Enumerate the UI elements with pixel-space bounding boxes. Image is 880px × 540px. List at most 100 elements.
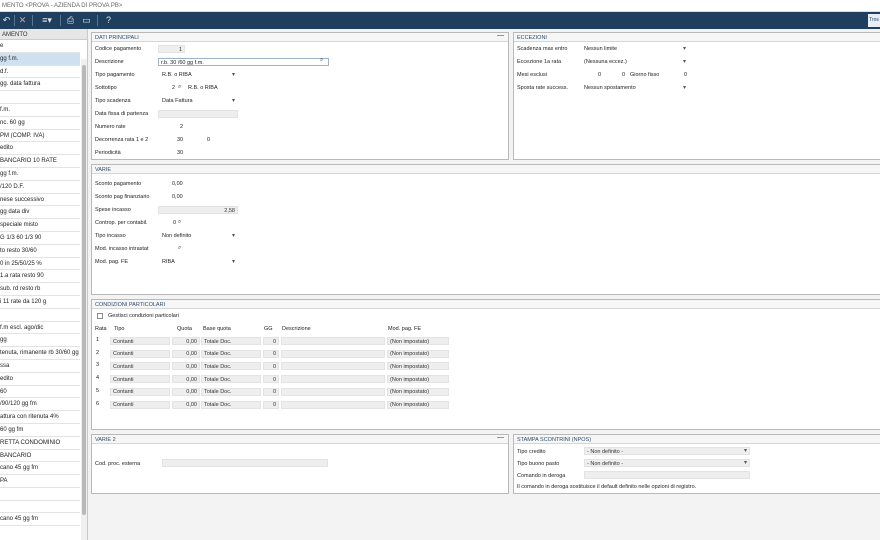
sidebar-item[interactable]: 60 gg fm [0, 424, 80, 437]
sidebar-item[interactable]: nese successivo [0, 194, 80, 207]
sidebar-item[interactable] [0, 488, 80, 501]
comando-field[interactable] [584, 471, 750, 479]
row-gg-field[interactable]: 0 [263, 337, 279, 345]
sidebar-item[interactable]: to resto 30/60 [0, 245, 80, 258]
row-base-select[interactable]: Totale Doc. [201, 337, 261, 345]
row-tipo-select[interactable]: Contanti [110, 349, 170, 358]
sidebar-item[interactable]: cano 45 gg fm [0, 462, 80, 476]
row-gg-field[interactable]: 0 [263, 375, 279, 384]
sidebar-item[interactable]: sub. rd resto rb [0, 283, 80, 296]
sidebar-item[interactable]: PA [0, 475, 80, 488]
tipo-scadenza-select[interactable]: Data Fattura [162, 98, 193, 104]
monitor-icon[interactable]: ▭ [80, 14, 93, 27]
sidebar-item[interactable]: f.m escl. ago/dic [0, 322, 80, 335]
toolbar-right-button[interactable]: Tros [868, 14, 880, 27]
chevron-down-icon[interactable]: ▾ [232, 71, 235, 78]
row-quota-field[interactable]: 0,00 [172, 387, 200, 396]
row-mod-select[interactable]: (Non impostato) [387, 400, 449, 409]
row-tipo-select[interactable]: Contanti [110, 387, 170, 396]
sidebar-item[interactable]: /90/120 gg fm [0, 398, 80, 412]
sidebar-item[interactable]: 0 in 25/50/25 % [0, 258, 80, 271]
tipo-buono-select[interactable]: - Non definito - [584, 459, 750, 467]
sidebar-item[interactable]: ssa [0, 360, 80, 373]
menu-icon[interactable]: ≡▾ [37, 14, 57, 27]
mod-fe-select[interactable]: RIBA [162, 259, 175, 265]
row-base-select[interactable]: Totale Doc. [201, 349, 261, 358]
print-icon[interactable]: ⎙ [64, 14, 77, 27]
sidebar-item[interactable]: d.f. [0, 66, 80, 79]
tipo-credito-select[interactable]: - Non definito - [584, 447, 750, 455]
chevron-down-icon[interactable]: ▾ [232, 97, 235, 104]
row-mod-select[interactable]: (Non impostato) [387, 349, 449, 358]
sidebar-item[interactable]: edito [0, 142, 80, 156]
sidebar-item[interactable] [0, 501, 80, 514]
sidebar-item[interactable]: speciale misto [0, 219, 80, 232]
sidebar-item[interactable]: 1.a rata resto 90 [0, 270, 80, 284]
search-icon[interactable]: ⌕ [320, 57, 323, 64]
help-icon[interactable]: ? [102, 14, 115, 27]
row-descrizione-field[interactable] [281, 375, 385, 384]
sidebar-scrollbar[interactable] [81, 59, 87, 540]
row-base-select[interactable]: Totale Doc. [201, 362, 261, 371]
sidebar-item[interactable]: tenuta, rimanente rb 30/60 gg [0, 347, 80, 360]
sidebar-item[interactable] [0, 91, 80, 104]
sidebar-item[interactable]: 60 [0, 386, 80, 399]
decorrenza-field-2[interactable]: 0 [207, 137, 210, 143]
search-icon[interactable]: ⌕ [178, 245, 181, 252]
sconto-pag-field[interactable]: 0,00 [172, 181, 183, 187]
chevron-down-icon[interactable]: ▾ [683, 45, 686, 52]
row-quota-field[interactable]: 0,00 [172, 337, 200, 345]
sidebar-item[interactable]: cano 45 gg fm [0, 513, 80, 527]
sidebar-item[interactable]: gg data div [0, 206, 80, 220]
row-base-select[interactable]: Totale Doc. [201, 375, 261, 384]
chevron-down-icon[interactable]: ▾ [683, 84, 686, 91]
row-mod-select[interactable]: (Non impostato) [387, 362, 449, 371]
row-mod-select[interactable]: (Non impostato) [387, 375, 449, 384]
row-base-select[interactable]: Totale Doc. [201, 387, 261, 396]
sidebar-item[interactable]: /120 D.F. [0, 181, 80, 194]
row-tipo-select[interactable]: Contanti [110, 362, 170, 371]
gestisci-checkbox[interactable] [97, 313, 103, 319]
sidebar-item[interactable]: e [0, 40, 80, 53]
sidebar-item[interactable]: RETTA CONDOMINIO [0, 437, 80, 450]
row-descrizione-field[interactable] [281, 349, 385, 358]
row-tipo-select[interactable]: Contanti [110, 400, 170, 409]
sidebar-item[interactable]: BANCARIO 10 RATE [0, 155, 80, 168]
chevron-down-icon[interactable]: ▾ [232, 232, 235, 239]
row-quota-field[interactable]: 0,00 [172, 400, 200, 409]
sidebar-item[interactable]: f.m. [0, 104, 80, 117]
sidebar-item[interactable]: gg f.m. [0, 52, 80, 66]
delete-icon[interactable]: ✕ [16, 14, 29, 27]
chevron-down-icon[interactable]: ▾ [232, 258, 235, 265]
row-quota-field[interactable]: 0,00 [172, 375, 200, 384]
scrollbar-thumb[interactable] [82, 65, 86, 515]
sposta-select[interactable]: Nessun spostamento [584, 85, 636, 91]
numero-rate-field[interactable]: 2 [180, 124, 183, 130]
sidebar-item[interactable] [0, 309, 80, 322]
sidebar-item[interactable]: nc. 60 gg [0, 117, 80, 130]
tipo-incasso-select[interactable]: Non definito [162, 233, 191, 239]
row-descrizione-field[interactable] [281, 362, 385, 371]
row-descrizione-field[interactable] [281, 400, 385, 409]
minimize-icon[interactable]: — [497, 32, 504, 39]
row-quota-field[interactable]: 0,00 [172, 349, 200, 358]
chevron-down-icon[interactable]: ▾ [744, 447, 747, 454]
periodicita-field[interactable]: 30 [177, 150, 183, 156]
row-gg-field[interactable]: 0 [263, 362, 279, 371]
row-tipo-select[interactable]: Contanti [110, 337, 170, 345]
contropartita-field[interactable]: 0 [173, 220, 176, 226]
mesi-field-2[interactable]: 0 [622, 72, 625, 78]
sidebar-item[interactable]: i 11 rate da 120 g [0, 296, 80, 309]
row-quota-field[interactable]: 0,00 [172, 362, 200, 371]
descrizione-field[interactable]: r.b. 30 /60 gg f.m. [158, 58, 329, 66]
sidebar-item[interactable]: G 1/3 60 1/3 90 [0, 232, 80, 245]
sconto-fin-field[interactable]: 0,00 [172, 194, 183, 200]
row-mod-select[interactable]: (Non impostato) [387, 387, 449, 396]
giorno-fisso-field[interactable]: 0 [684, 72, 687, 78]
scadenza-select[interactable]: Nessun limite [584, 46, 617, 52]
mesi-field-1[interactable]: 0 [598, 72, 601, 78]
row-gg-field[interactable]: 0 [263, 349, 279, 358]
sidebar-item[interactable]: gg [0, 334, 80, 348]
search-icon[interactable]: ⌕ [178, 84, 181, 91]
row-descrizione-field[interactable] [281, 387, 385, 396]
